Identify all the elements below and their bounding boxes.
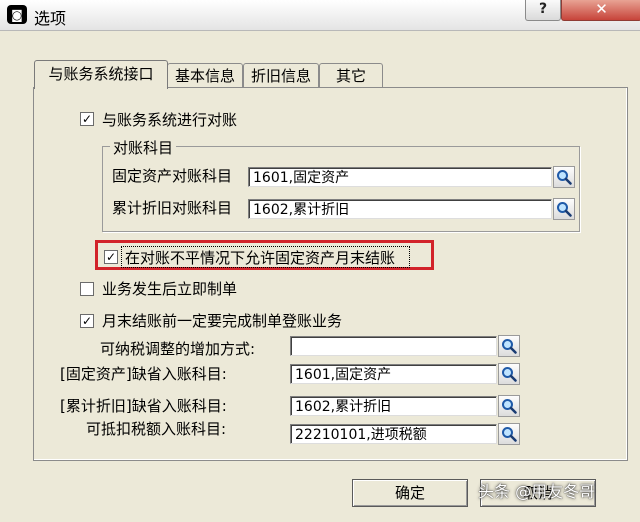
allow-close-label: 在对账不平情况下允许固定资产月末结账 — [125, 249, 396, 267]
tax-adjust-search-button[interactable] — [498, 335, 520, 357]
default-fixed-asset-label: [固定资产]缺省入账科目: — [60, 365, 227, 383]
immediate-voucher-label: 业务发生后立即制单 — [102, 280, 238, 298]
reconcile-label: 与账务系统进行对账 — [102, 111, 238, 129]
magnifier-icon — [502, 367, 517, 382]
default-fixed-asset-search-button[interactable] — [498, 363, 520, 385]
tab-basic-info[interactable]: 基本信息 — [167, 63, 243, 88]
app-icon: ◙ — [7, 5, 27, 24]
must-post-checkbox[interactable]: ✓ — [80, 314, 94, 328]
default-depreciation-label: [累计折旧]缺省入账科目: — [60, 397, 227, 415]
reconcile-group-title: 对账科目 — [110, 137, 177, 158]
depreciation-reconcile-field[interactable]: 1602,累计折旧 — [248, 199, 552, 219]
fixed-asset-reconcile-field[interactable]: 1601,固定资产 — [248, 167, 552, 187]
close-button[interactable]: ✕ — [561, 0, 640, 21]
magnifier-icon — [502, 399, 517, 414]
deductible-tax-search-button[interactable] — [498, 423, 520, 445]
fixed-asset-reconcile-label: 固定资产对账科目 — [112, 167, 233, 185]
magnifier-icon — [557, 202, 572, 217]
tab-depreciation-info[interactable]: 折旧信息 — [243, 63, 319, 88]
default-fixed-asset-field[interactable]: 1601,固定资产 — [290, 364, 497, 384]
tax-adjust-label: 可纳税调整的增加方式: — [100, 340, 256, 358]
deductible-tax-label: 可抵扣税额入账科目: — [86, 420, 227, 438]
depreciation-reconcile-search-button[interactable] — [553, 198, 575, 220]
reconcile-checkbox[interactable]: ✓ — [80, 112, 94, 126]
immediate-voucher-checkbox[interactable] — [80, 282, 94, 296]
window-title: 选项 — [34, 9, 67, 28]
allow-close-checkbox[interactable]: ✓ — [104, 250, 118, 264]
magnifier-icon — [502, 339, 517, 354]
title-bar: ◙ 选项 ? ✕ — [0, 0, 640, 31]
ok-button[interactable]: 确定 — [352, 479, 468, 507]
default-depreciation-field[interactable]: 1602,累计折旧 — [290, 396, 497, 416]
fixed-asset-reconcile-search-button[interactable] — [553, 166, 575, 188]
must-post-label: 月末结账前一定要完成制单登账业务 — [102, 312, 343, 330]
help-button[interactable]: ? — [525, 0, 561, 21]
tax-adjust-field[interactable] — [290, 336, 497, 356]
depreciation-reconcile-label: 累计折旧对账科目 — [112, 199, 233, 217]
magnifier-icon — [502, 427, 517, 442]
default-depreciation-search-button[interactable] — [498, 395, 520, 417]
deductible-tax-field[interactable]: 22210101,进项税额 — [290, 424, 497, 444]
tab-other[interactable]: 其它 — [319, 63, 383, 88]
watermark: 头条 @用友冬哥 — [478, 482, 596, 501]
magnifier-icon — [557, 170, 572, 185]
tab-accounting-interface[interactable]: 与账务系统接口 — [34, 60, 168, 89]
